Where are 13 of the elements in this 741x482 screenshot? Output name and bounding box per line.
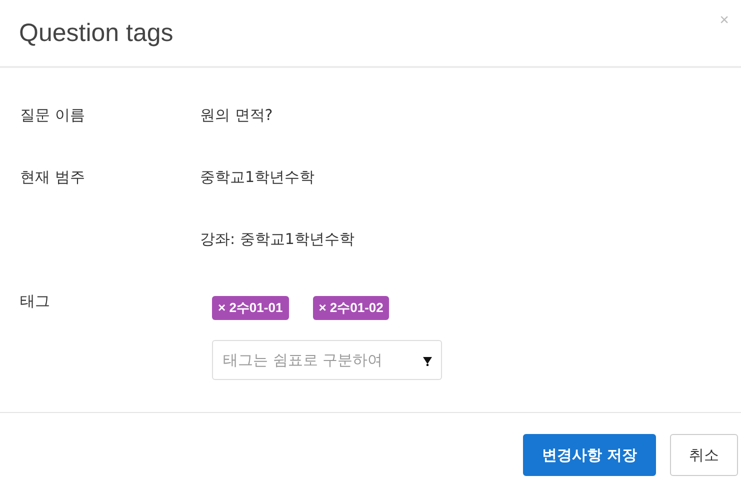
field-value: 중학교1학년수학 <box>200 168 315 188</box>
dialog-button[interactable]: 취소 <box>670 434 738 476</box>
caret-icon <box>423 355 432 366</box>
tag-chip[interactable]: × 2수01-02 <box>312 296 390 320</box>
tag-input-field[interactable]: 태그는 쉼표로 구분하여 <box>212 340 442 380</box>
dialog-title: Question tags <box>19 18 174 48</box>
field-value: 원의 면적? <box>200 106 273 126</box>
field-label: 질문 이름 <box>20 106 85 124</box>
field-label: 태그 <box>20 292 50 310</box>
field-value: 강좌: 중학교1학년수학 <box>200 230 354 250</box>
field-label: 현재 범주 <box>20 168 85 186</box>
tag-chip[interactable]: × 2수01-01 <box>212 296 289 320</box>
dialog-button[interactable]: 변경사항 저장 <box>522 434 656 476</box>
